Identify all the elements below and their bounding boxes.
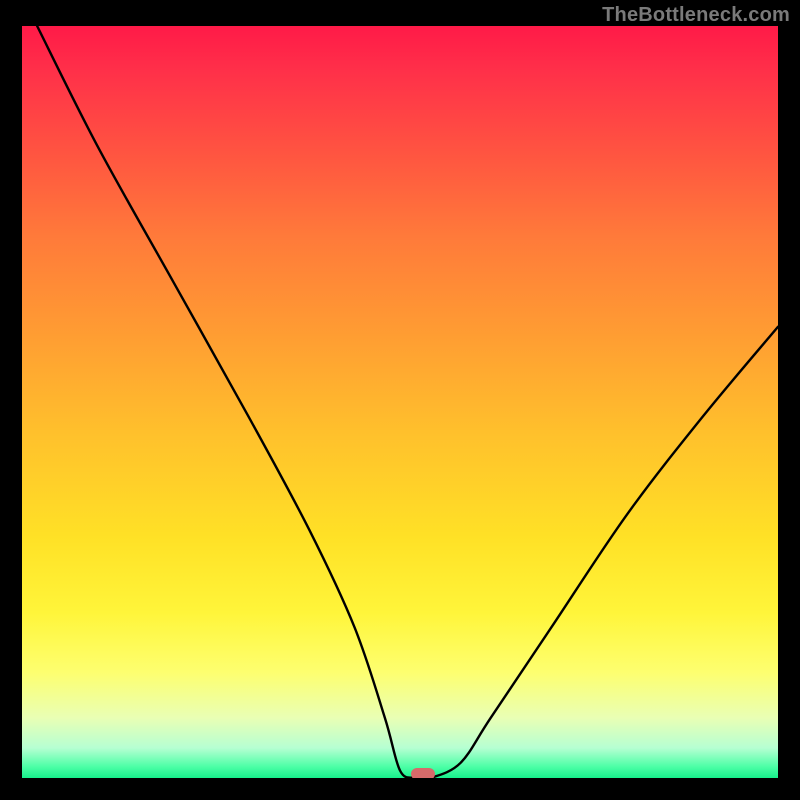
watermark-text: TheBottleneck.com (602, 4, 790, 27)
plot-area (22, 26, 778, 778)
bottleneck-curve (22, 26, 778, 778)
optimum-marker (411, 768, 435, 778)
chart-frame: TheBottleneck.com (0, 0, 800, 800)
